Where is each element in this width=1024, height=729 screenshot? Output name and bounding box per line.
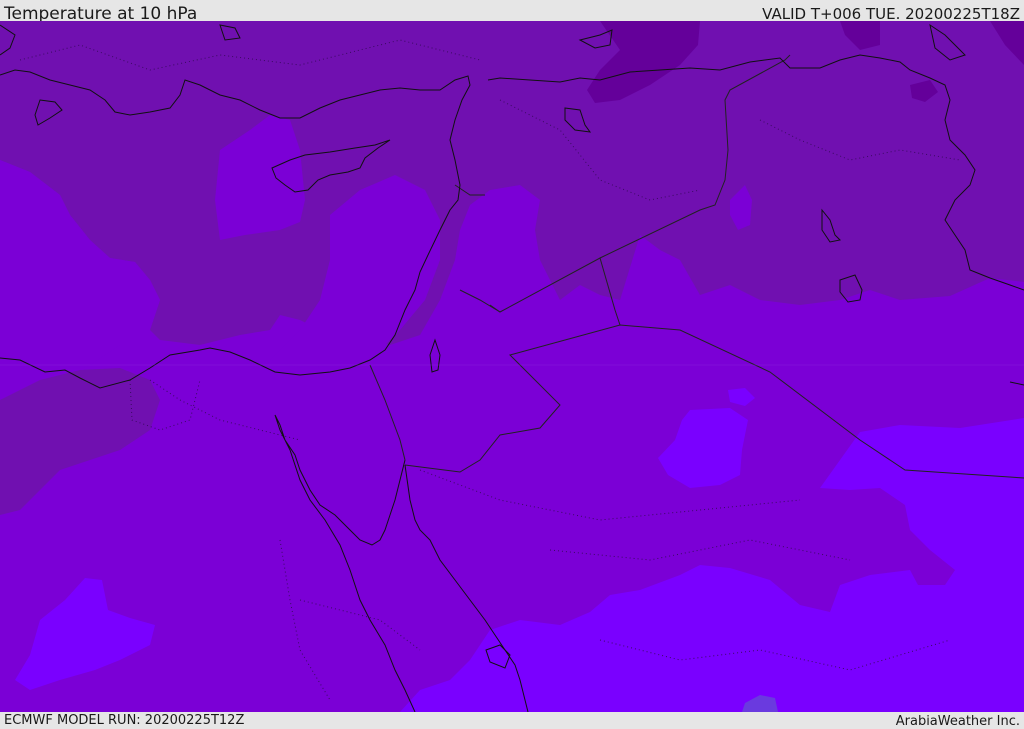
temperature-map[interactable]	[0, 21, 1024, 712]
header-bar: Temperature at 10 hPa VALID T+006 TUE. 2…	[0, 0, 1024, 24]
model-run-label: ECMWF MODEL RUN: 20200225T12Z	[4, 713, 245, 728]
credit-label: ArabiaWeather Inc.	[895, 714, 1020, 729]
footer-bar: ECMWF MODEL RUN: 20200225T12Z ArabiaWeat…	[0, 712, 1024, 729]
